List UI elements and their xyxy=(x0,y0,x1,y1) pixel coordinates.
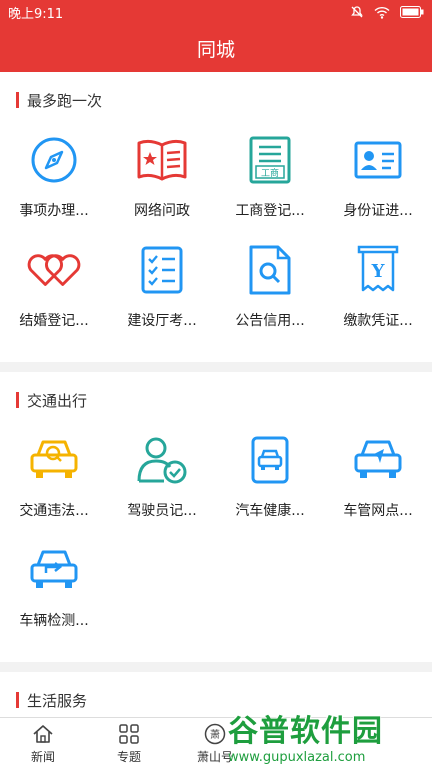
compass-icon xyxy=(26,132,82,188)
service-label: 汽车健康... xyxy=(235,503,305,519)
car-card-icon xyxy=(242,432,298,488)
tab-placeholder-5[interactable] xyxy=(344,718,430,768)
xiao-badge-icon: 萧 xyxy=(204,723,226,744)
service-tile[interactable]: 网络问政 xyxy=(108,128,216,238)
page-title: 同城 xyxy=(0,24,432,72)
service-label: 交通违法... xyxy=(19,503,89,519)
service-tile[interactable]: 汽车健康... xyxy=(216,428,324,538)
id-card-icon xyxy=(350,132,406,188)
service-label: 缴款凭证... xyxy=(343,313,413,329)
battery-icon xyxy=(400,6,424,18)
section-header: 交通出行 xyxy=(0,372,432,428)
service-tile[interactable]: 工商 工商登记... xyxy=(216,128,324,238)
home-icon xyxy=(33,724,53,743)
service-tile[interactable]: 车管网点... xyxy=(324,428,432,538)
section-accent-bar xyxy=(16,92,19,108)
service-tile[interactable]: 公告信用... xyxy=(216,238,324,348)
mute-icon xyxy=(351,6,363,18)
main-content: 最多跑一次 事项办理... 网络问政 工商 工商登记... 身份证进... 结婚… xyxy=(0,72,432,717)
status-icons xyxy=(350,5,424,19)
open-book-icon xyxy=(134,132,190,188)
car-search-icon xyxy=(26,432,82,488)
svg-text:萧: 萧 xyxy=(210,729,220,741)
service-tile[interactable]: 交通违法... xyxy=(0,428,108,538)
tab-news[interactable]: 新闻 xyxy=(0,718,86,768)
service-label: 结婚登记... xyxy=(19,313,89,329)
tab-placeholder-4[interactable] xyxy=(258,718,344,768)
service-tile[interactable]: 身份证进... xyxy=(324,128,432,238)
wifi-icon xyxy=(374,6,390,19)
service-tile[interactable]: 驾驶员记... xyxy=(108,428,216,538)
section-title: 交通出行 xyxy=(27,391,88,410)
section-most-run-once: 最多跑一次 事项办理... 网络问政 工商 工商登记... 身份证进... 结婚… xyxy=(0,72,432,362)
svg-text:Y: Y xyxy=(371,261,386,282)
service-tile[interactable]: 车辆检测... xyxy=(0,538,108,648)
service-label: 车管网点... xyxy=(343,503,413,519)
status-bar: 晚上9:11 xyxy=(0,0,432,24)
service-label: 身份证进... xyxy=(343,203,413,219)
bottom-tab-bar: 新闻 专题 萧 萧山号 xyxy=(0,717,432,768)
double-heart-icon xyxy=(26,242,82,298)
section-header: 生活服务 xyxy=(0,672,432,717)
service-label: 公告信用... xyxy=(235,313,305,329)
driver-check-icon xyxy=(134,432,190,488)
svg-text:工商: 工商 xyxy=(261,167,279,179)
section-transport: 交通出行 交通违法... 驾驶员记... 汽车健康... 车管网点... 车辆检… xyxy=(0,372,432,662)
tab-xiaoshan[interactable]: 萧 萧山号 xyxy=(172,718,258,768)
service-tile[interactable]: 事项办理... xyxy=(0,128,108,238)
checklist-icon xyxy=(134,242,190,298)
service-tile[interactable]: 建设厅考... xyxy=(108,238,216,348)
car-forward-icon xyxy=(26,542,82,598)
status-time: 晚上9:11 xyxy=(8,6,64,22)
tab-label: 新闻 xyxy=(30,749,55,764)
service-label: 车辆检测... xyxy=(19,613,89,629)
tab-label: 专题 xyxy=(116,749,141,764)
section-accent-bar xyxy=(16,392,19,408)
service-tile[interactable]: Y 缴款凭证... xyxy=(324,238,432,348)
section-life-services: 生活服务 xyxy=(0,672,432,717)
section-header: 最多跑一次 xyxy=(0,72,432,128)
car-navigate-icon xyxy=(350,432,406,488)
service-label: 工商登记... xyxy=(235,203,305,219)
service-tile[interactable]: 结婚登记... xyxy=(0,238,108,348)
document-search-icon xyxy=(242,242,298,298)
service-label: 事项办理... xyxy=(19,203,89,219)
service-label: 建设厅考... xyxy=(127,313,197,329)
section-title: 最多跑一次 xyxy=(27,91,103,110)
grid-icon xyxy=(119,723,139,744)
section-accent-bar xyxy=(16,692,19,708)
receipt-icon: Y xyxy=(350,242,406,298)
section-title: 生活服务 xyxy=(27,691,88,710)
business-register-icon: 工商 xyxy=(242,132,298,188)
service-grid: 事项办理... 网络问政 工商 工商登记... 身份证进... 结婚登记... … xyxy=(0,128,432,362)
tab-label: 萧山号 xyxy=(196,749,233,764)
service-label: 网络问政 xyxy=(134,203,190,219)
service-grid: 交通违法... 驾驶员记... 汽车健康... 车管网点... 车辆检测... xyxy=(0,428,432,662)
tab-topics[interactable]: 专题 xyxy=(86,718,172,768)
service-label: 驾驶员记... xyxy=(127,503,197,519)
